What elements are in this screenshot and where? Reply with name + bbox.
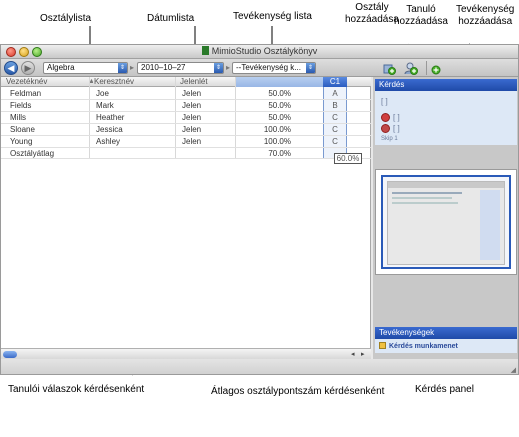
question-preview[interactable]: [ ] [ ] [ ] Skip 1 bbox=[375, 91, 517, 145]
question-panel: Kérdés [ ] [ ] [ ] Skip 1 Tevékenységek bbox=[373, 77, 518, 359]
chevron-updown-icon: ⇕ bbox=[214, 63, 223, 73]
last-name-cell: Sloane bbox=[10, 125, 35, 134]
callout-activity-list: Tevékenység lista bbox=[233, 11, 312, 22]
activity-pencil-icon bbox=[379, 342, 386, 349]
gradebook-app-icon bbox=[201, 46, 209, 55]
add-class-icon[interactable] bbox=[382, 61, 396, 75]
title-bar: MimioStudio Osztálykönyv bbox=[1, 45, 518, 59]
column-header-last-name[interactable]: Vezetéknév bbox=[3, 76, 83, 87]
activities-list: Kérdés munkamenet bbox=[375, 339, 517, 353]
score-cell: 50.0% bbox=[268, 101, 291, 110]
callout-date-list: Dátumlista bbox=[147, 13, 195, 24]
callout-add-class: Osztály hozzáadása bbox=[345, 2, 399, 25]
presence-cell: Jelen bbox=[182, 89, 202, 98]
column-header-presence[interactable]: Jelenlét bbox=[177, 76, 233, 87]
last-name-cell: Mills bbox=[10, 113, 26, 122]
window-title: MimioStudio Osztálykönyv bbox=[211, 46, 318, 56]
answer-a-text: [ ] bbox=[393, 113, 400, 122]
slide-thumbnail-image bbox=[381, 175, 511, 269]
column-header-question[interactable]: C1 bbox=[323, 77, 347, 87]
first-name-cell: Mark bbox=[96, 101, 114, 110]
horizontal-scrollbar[interactable]: ◂ ▸ bbox=[1, 348, 371, 359]
question-footer: Skip 1 bbox=[381, 136, 398, 142]
scroll-thumb[interactable] bbox=[3, 351, 17, 358]
presence-cell: Jelen bbox=[182, 137, 202, 146]
activity-select[interactable]: --Tevékenység k... ⇕ bbox=[232, 62, 316, 74]
callout-add-student: Tanuló hozzáadása bbox=[394, 4, 448, 27]
answer-a-icon bbox=[381, 113, 390, 122]
date-select[interactable]: 2010–10–27 ⇕ bbox=[137, 62, 224, 74]
first-name-cell: Ashley bbox=[96, 137, 121, 146]
back-arrow-icon[interactable]: ◀ bbox=[4, 61, 18, 75]
toolbar: ◀ ▶ Algebra ⇕ ▸ 2010–10–27 ⇕ ▸ --Tevéken… bbox=[1, 59, 518, 77]
breadcrumb-separator-icon: ▸ bbox=[130, 63, 135, 72]
answer-cell: C bbox=[332, 125, 338, 134]
score-cell: 50.0% bbox=[268, 89, 291, 98]
answer-b-icon bbox=[381, 124, 390, 133]
status-bar: ◢ bbox=[1, 359, 518, 374]
score-cell: 100.0% bbox=[263, 137, 291, 146]
last-name-cell: Feldman bbox=[10, 89, 42, 98]
answer-cell: C bbox=[332, 113, 338, 122]
score-cell: 100.0% bbox=[263, 125, 291, 134]
activity-item[interactable]: Kérdés munkamenet bbox=[379, 342, 458, 350]
answer-cell: B bbox=[332, 101, 338, 110]
callout-question-panel: Kérdés panel bbox=[415, 384, 474, 395]
answer-cell: A bbox=[332, 89, 338, 98]
gradebook-grid: Vezetéknév ▲ Keresztnév Jelenlét C1 Feld… bbox=[1, 77, 371, 348]
slide-thumbnail[interactable] bbox=[375, 169, 517, 275]
callout-student-answers: Tanulói válaszok kérdésenként bbox=[8, 384, 145, 395]
last-name-cell: Young bbox=[10, 137, 33, 146]
column-header-first-name[interactable]: Keresztnév bbox=[91, 76, 175, 87]
callout-add-activity: Tevékenység hozzáadása bbox=[456, 4, 515, 27]
last-name-cell: Fields bbox=[10, 101, 32, 110]
callout-class-list: Osztálylista bbox=[40, 13, 92, 24]
resize-grip-icon[interactable]: ◢ bbox=[511, 366, 516, 374]
first-name-cell: Heather bbox=[96, 113, 125, 122]
score-cell: 50.0% bbox=[268, 113, 291, 122]
question-panel-header: Kérdés bbox=[375, 79, 517, 91]
answer-cell: C bbox=[332, 137, 338, 146]
class-select[interactable]: Algebra ⇕ bbox=[43, 62, 128, 74]
first-name-cell: Joe bbox=[96, 89, 109, 98]
add-activity-icon[interactable] bbox=[429, 61, 443, 75]
scroll-right-icon[interactable]: ▸ bbox=[361, 350, 365, 358]
activities-panel-header: Tevékenységek bbox=[375, 327, 517, 339]
breadcrumb-separator-icon: ▸ bbox=[226, 63, 231, 72]
question-text: [ ] bbox=[381, 97, 388, 106]
presence-cell: Jelen bbox=[182, 101, 202, 110]
add-student-icon[interactable] bbox=[404, 61, 418, 75]
question-average-score: 60.0% bbox=[334, 153, 362, 164]
answer-b-text: [ ] bbox=[393, 124, 400, 133]
chevron-updown-icon: ⇕ bbox=[118, 63, 127, 73]
gradebook-window: MimioStudio Osztálykönyv ◀ ▶ Algebra ⇕ ▸… bbox=[0, 44, 519, 375]
presence-cell: Jelen bbox=[182, 125, 202, 134]
presence-cell: Jelen bbox=[182, 113, 202, 122]
callout-average-score: Átlagos osztálypontszám kérdésenként bbox=[211, 386, 385, 397]
chevron-updown-icon: ⇕ bbox=[306, 63, 315, 73]
scroll-left-icon[interactable]: ◂ bbox=[351, 350, 355, 358]
forward-arrow-icon[interactable]: ▶ bbox=[21, 61, 35, 75]
question-header-band bbox=[236, 77, 323, 87]
first-name-cell: Jessica bbox=[96, 125, 123, 134]
